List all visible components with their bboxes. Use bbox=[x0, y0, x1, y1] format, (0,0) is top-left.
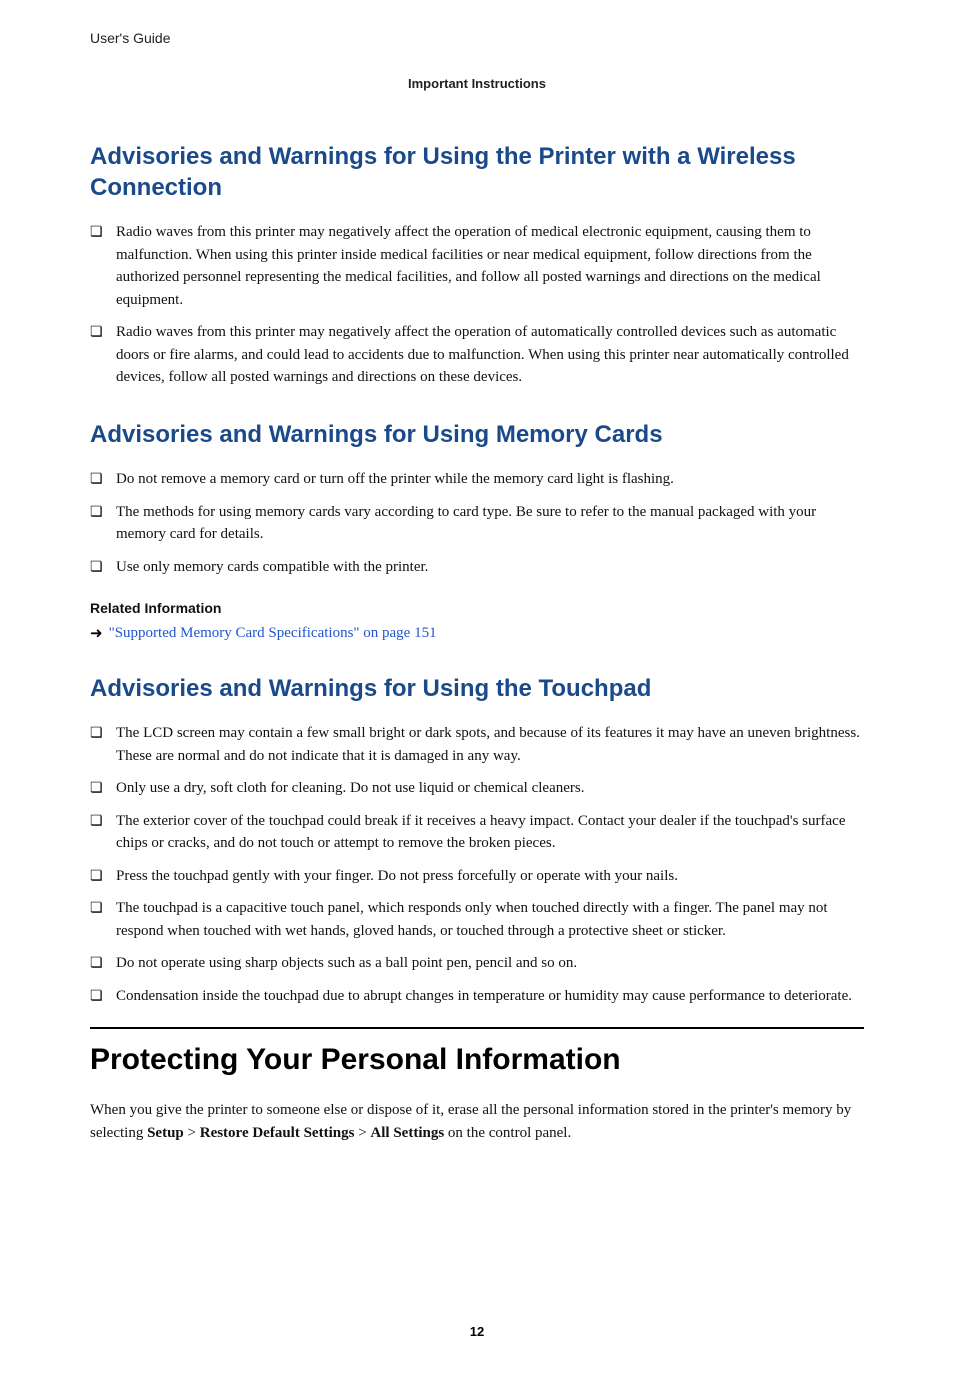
list-item: Only use a dry, soft cloth for cleaning.… bbox=[90, 777, 864, 800]
list-item: The LCD screen may contain a few small b… bbox=[90, 722, 864, 767]
heading-protecting: Protecting Your Personal Information bbox=[90, 1027, 864, 1077]
heading-wireless: Advisories and Warnings for Using the Pr… bbox=[90, 141, 864, 203]
list-item: Press the touchpad gently with your fing… bbox=[90, 865, 864, 888]
heading-touchpad: Advisories and Warnings for Using the To… bbox=[90, 673, 864, 704]
bold-setup: Setup bbox=[147, 1125, 184, 1141]
touchpad-bullets: The LCD screen may contain a few small b… bbox=[90, 722, 864, 1007]
protecting-paragraph: When you give the printer to someone els… bbox=[90, 1099, 864, 1144]
related-information-heading: Related Information bbox=[90, 600, 864, 616]
text-fragment: on the control panel. bbox=[444, 1125, 571, 1141]
list-item: Condensation inside the touchpad due to … bbox=[90, 985, 864, 1008]
list-item: The touchpad is a capacitive touch panel… bbox=[90, 897, 864, 942]
bold-restore: Restore Default Settings bbox=[200, 1125, 355, 1141]
heading-memory: Advisories and Warnings for Using Memory… bbox=[90, 419, 864, 450]
wireless-bullets: Radio waves from this printer may negati… bbox=[90, 221, 864, 389]
header-instructions: Important Instructions bbox=[90, 76, 864, 91]
list-item: The exterior cover of the touchpad could… bbox=[90, 810, 864, 855]
list-item: The methods for using memory cards vary … bbox=[90, 501, 864, 546]
related-link[interactable]: "Supported Memory Card Specifications" o… bbox=[109, 625, 437, 642]
list-item: Use only memory cards compatible with th… bbox=[90, 556, 864, 579]
page-number: 12 bbox=[90, 1324, 864, 1339]
related-link-row: ➜ "Supported Memory Card Specifications"… bbox=[90, 624, 864, 643]
list-item: Radio waves from this printer may negati… bbox=[90, 221, 864, 311]
list-item: Do not remove a memory card or turn off … bbox=[90, 468, 864, 491]
arrow-right-icon: ➜ bbox=[90, 624, 103, 643]
list-item: Radio waves from this printer may negati… bbox=[90, 321, 864, 389]
text-fragment: > bbox=[354, 1125, 370, 1141]
memory-bullets: Do not remove a memory card or turn off … bbox=[90, 468, 864, 578]
header-guide: User's Guide bbox=[90, 30, 864, 46]
list-item: Do not operate using sharp objects such … bbox=[90, 952, 864, 975]
text-fragment: > bbox=[184, 1125, 200, 1141]
bold-all-settings: All Settings bbox=[370, 1125, 444, 1141]
